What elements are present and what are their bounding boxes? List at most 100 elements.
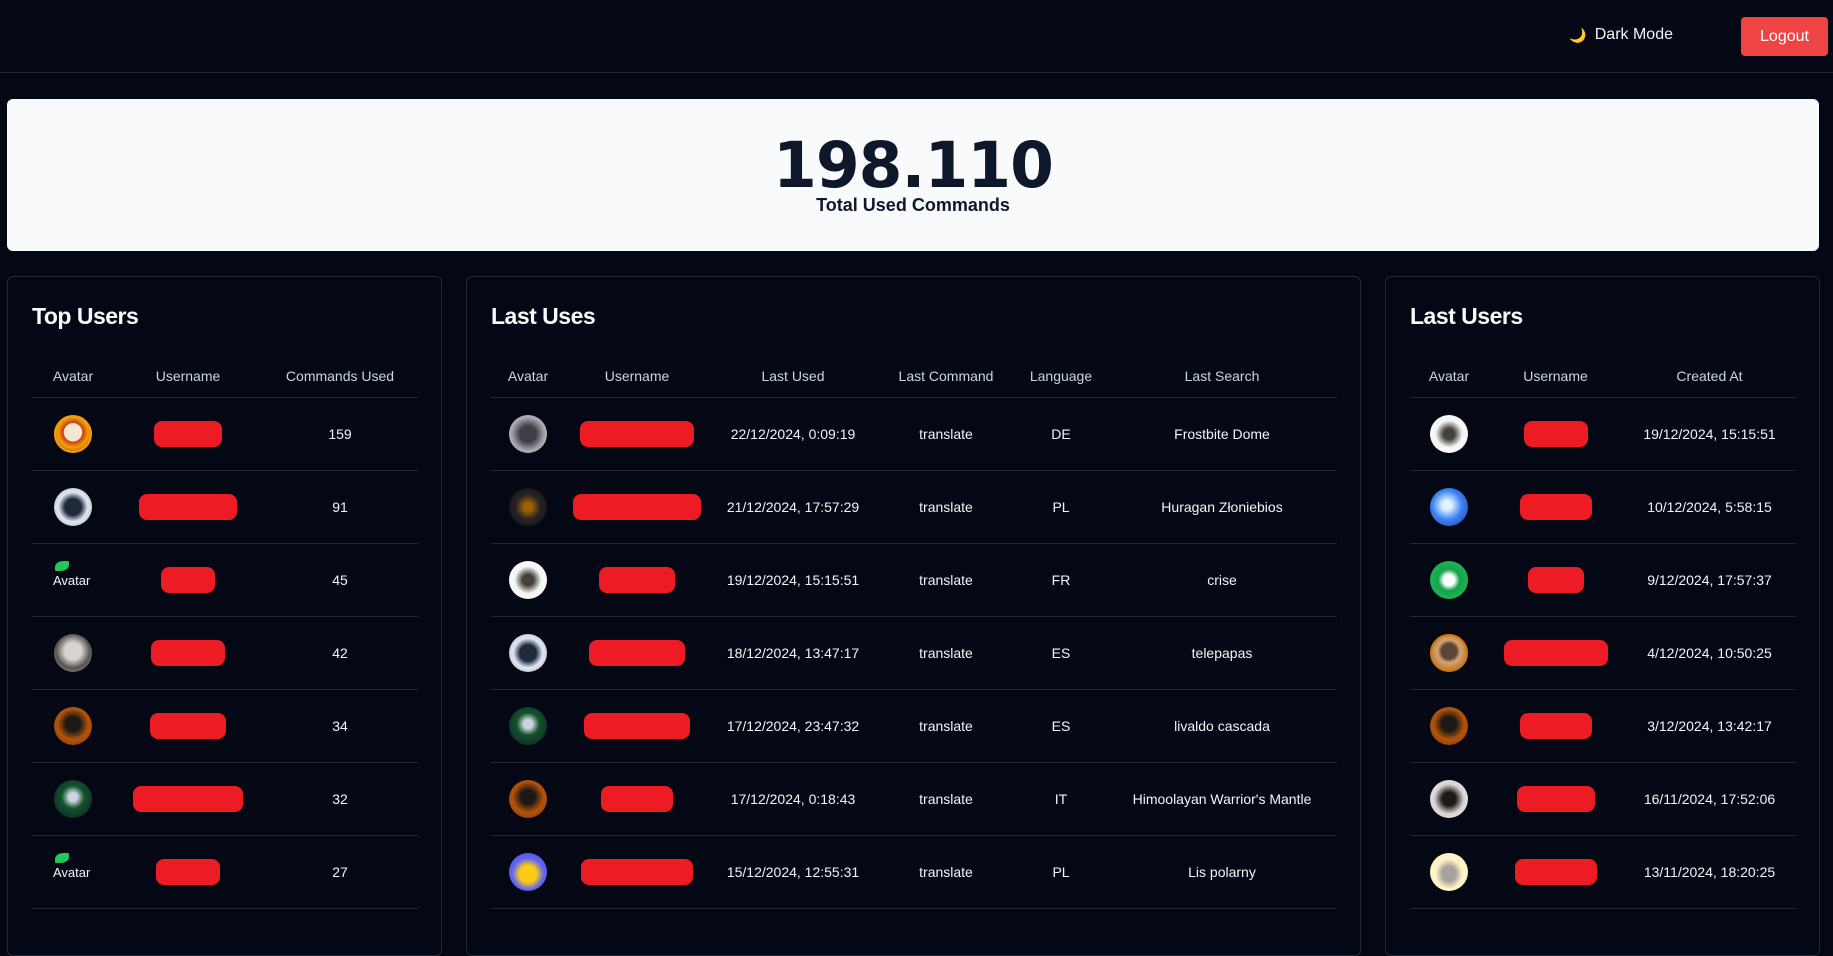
column-header[interactable]: Last Used bbox=[709, 355, 877, 398]
username-cell bbox=[114, 689, 262, 763]
last-command-cell: translate bbox=[877, 689, 1015, 763]
top-users-table: Avatar Username Commands Used 159 91 Avata… bbox=[32, 355, 418, 909]
username-cell bbox=[565, 762, 709, 836]
language-cell: PL bbox=[1015, 835, 1107, 909]
column-header[interactable]: Username bbox=[1488, 355, 1623, 398]
username-cell bbox=[114, 762, 262, 836]
last-search-cell: Frostbite Dome bbox=[1107, 397, 1337, 471]
language-cell: FR bbox=[1015, 543, 1107, 617]
avatar-cell bbox=[32, 470, 114, 544]
column-header[interactable]: Avatar bbox=[491, 355, 565, 398]
username-cell bbox=[565, 689, 709, 763]
broken-image-icon bbox=[55, 560, 69, 571]
last-search-cell: Huragan Złoniebios bbox=[1107, 470, 1337, 544]
username-cell bbox=[565, 835, 709, 909]
column-header[interactable]: Avatar bbox=[32, 355, 114, 398]
table-row: 19/12/2024, 15:15:51 bbox=[1410, 397, 1796, 471]
last-used-cell: 19/12/2024, 15:15:51 bbox=[709, 543, 877, 617]
commands-used-cell: 159 bbox=[262, 397, 418, 471]
column-header[interactable]: Language bbox=[1015, 355, 1107, 398]
avatar bbox=[509, 633, 547, 672]
table-row: 17/12/2024, 23:47:32 translate ES livaldo c… bbox=[491, 689, 1337, 763]
avatar bbox=[54, 633, 92, 672]
redacted-username bbox=[161, 566, 215, 593]
table-row: 13/11/2024, 18:20:25 bbox=[1410, 835, 1796, 909]
redacted-username bbox=[156, 858, 220, 885]
redacted-username bbox=[599, 566, 675, 593]
username-cell bbox=[1488, 543, 1623, 617]
avatar-cell bbox=[491, 689, 565, 763]
redacted-username bbox=[1516, 785, 1595, 812]
avatar bbox=[1430, 633, 1468, 672]
avatar bbox=[1430, 487, 1468, 526]
avatar bbox=[509, 779, 547, 818]
avatar-cell bbox=[1410, 470, 1488, 544]
last-command-cell: translate bbox=[877, 835, 1015, 909]
total-commands-label: Total Used Commands bbox=[816, 195, 1010, 215]
column-header[interactable]: Username bbox=[114, 355, 262, 398]
logout-button[interactable]: Logout bbox=[1741, 17, 1828, 56]
commands-used-cell: 32 bbox=[262, 762, 418, 836]
column-header[interactable]: Last Search bbox=[1107, 355, 1337, 398]
avatar-cell bbox=[491, 616, 565, 690]
redacted-username bbox=[580, 420, 694, 447]
redacted-username bbox=[584, 712, 690, 739]
table-row: 42 bbox=[32, 616, 418, 690]
total-commands-card: 198.110 Total Used Commands bbox=[7, 99, 1819, 251]
created-at-cell: 13/11/2024, 18:20:25 bbox=[1623, 835, 1796, 909]
table-row: 15/12/2024, 12:55:31 translate PL Lis polar… bbox=[491, 835, 1337, 909]
avatar-cell bbox=[491, 762, 565, 836]
column-header[interactable]: Commands Used bbox=[262, 355, 418, 398]
dark-mode-label: Dark Mode bbox=[1594, 26, 1673, 43]
username-cell bbox=[114, 470, 262, 544]
avatar-cell bbox=[1410, 616, 1488, 690]
last-command-cell: translate bbox=[877, 470, 1015, 544]
table-row: 91 bbox=[32, 470, 418, 544]
commands-used-cell: 27 bbox=[262, 835, 418, 909]
redacted-username bbox=[1523, 420, 1588, 447]
top-bar: 🌙 Dark Mode Logout bbox=[0, 0, 1833, 73]
last-used-cell: 18/12/2024, 13:47:17 bbox=[709, 616, 877, 690]
username-cell bbox=[1488, 689, 1623, 763]
column-header[interactable]: Avatar bbox=[1410, 355, 1488, 398]
created-at-cell: 3/12/2024, 13:42:17 bbox=[1623, 689, 1796, 763]
redacted-username bbox=[151, 639, 225, 666]
last-used-cell: 15/12/2024, 12:55:31 bbox=[709, 835, 877, 909]
avatar-cell bbox=[32, 397, 114, 471]
username-cell bbox=[1488, 470, 1623, 544]
username-cell bbox=[565, 616, 709, 690]
redacted-username bbox=[150, 712, 226, 739]
commands-used-cell: 34 bbox=[262, 689, 418, 763]
last-uses-panel: Last Uses Avatar Username Last Used Last… bbox=[466, 276, 1361, 956]
redacted-username bbox=[1527, 566, 1584, 593]
broken-image-icon bbox=[55, 852, 69, 863]
column-header[interactable]: Last Command bbox=[877, 355, 1015, 398]
created-at-cell: 9/12/2024, 17:57:37 bbox=[1623, 543, 1796, 617]
column-header[interactable]: Created At bbox=[1623, 355, 1796, 398]
redacted-username bbox=[1519, 712, 1592, 739]
table-row: 4/12/2024, 10:50:25 bbox=[1410, 616, 1796, 690]
avatar-cell bbox=[1410, 689, 1488, 763]
column-header[interactable]: Username bbox=[565, 355, 709, 398]
language-cell: ES bbox=[1015, 616, 1107, 690]
avatar bbox=[509, 852, 547, 891]
panel-title: Last Uses bbox=[491, 303, 596, 329]
table-row: 3/12/2024, 13:42:17 bbox=[1410, 689, 1796, 763]
panel-title: Top Users bbox=[32, 303, 139, 329]
last-search-cell: telepapas bbox=[1107, 616, 1337, 690]
avatar-cell: Avatar bbox=[32, 835, 114, 909]
avatar-cell bbox=[491, 470, 565, 544]
commands-used-cell: 45 bbox=[262, 543, 418, 617]
redacted-username bbox=[601, 785, 673, 812]
username-cell bbox=[565, 397, 709, 471]
last-used-cell: 21/12/2024, 17:57:29 bbox=[709, 470, 877, 544]
redacted-username bbox=[573, 493, 701, 520]
username-cell bbox=[565, 543, 709, 617]
avatar-cell bbox=[1410, 397, 1488, 471]
total-commands-value: 198.110 bbox=[773, 129, 1054, 202]
dark-mode-toggle[interactable]: 🌙 Dark Mode bbox=[1569, 26, 1673, 44]
last-used-cell: 17/12/2024, 23:47:32 bbox=[709, 689, 877, 763]
last-command-cell: translate bbox=[877, 616, 1015, 690]
avatar bbox=[1430, 852, 1468, 891]
created-at-cell: 16/11/2024, 17:52:06 bbox=[1623, 762, 1796, 836]
